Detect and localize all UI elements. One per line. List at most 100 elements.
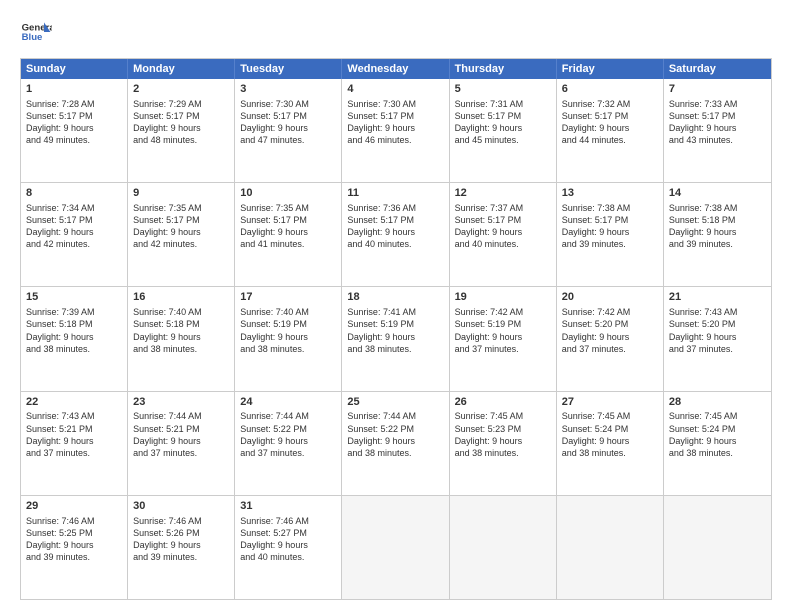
day-cell: 11Sunrise: 7:36 AMSunset: 5:17 PMDayligh… bbox=[342, 183, 449, 286]
weekday-header: Saturday bbox=[664, 59, 771, 79]
day-info-line: Sunrise: 7:35 AM bbox=[133, 202, 229, 214]
day-number: 1 bbox=[26, 82, 122, 97]
day-info-line: Sunset: 5:17 PM bbox=[347, 110, 443, 122]
day-info-line: and 42 minutes. bbox=[133, 238, 229, 250]
day-info-line: Daylight: 9 hours bbox=[133, 331, 229, 343]
day-info-line: and 38 minutes. bbox=[26, 343, 122, 355]
day-info-line: Daylight: 9 hours bbox=[347, 435, 443, 447]
day-info-line: and 44 minutes. bbox=[562, 134, 658, 146]
day-info-line: and 40 minutes. bbox=[455, 238, 551, 250]
calendar-row: 1Sunrise: 7:28 AMSunset: 5:17 PMDaylight… bbox=[21, 79, 771, 182]
day-info-line: Daylight: 9 hours bbox=[347, 122, 443, 134]
day-info-line: Sunset: 5:17 PM bbox=[133, 214, 229, 226]
day-info-line: Sunset: 5:20 PM bbox=[669, 318, 766, 330]
day-info-line: and 39 minutes. bbox=[562, 238, 658, 250]
day-info-line: and 38 minutes. bbox=[669, 447, 766, 459]
day-info-line: Sunset: 5:17 PM bbox=[26, 214, 122, 226]
day-info-line: Sunset: 5:21 PM bbox=[26, 423, 122, 435]
calendar-row: 29Sunrise: 7:46 AMSunset: 5:25 PMDayligh… bbox=[21, 495, 771, 599]
weekday-header: Thursday bbox=[450, 59, 557, 79]
day-cell: 6Sunrise: 7:32 AMSunset: 5:17 PMDaylight… bbox=[557, 79, 664, 182]
day-info-line: Daylight: 9 hours bbox=[669, 435, 766, 447]
page: General Blue SundayMondayTuesdayWednesda… bbox=[0, 0, 792, 612]
day-cell: 15Sunrise: 7:39 AMSunset: 5:18 PMDayligh… bbox=[21, 287, 128, 390]
day-cell: 8Sunrise: 7:34 AMSunset: 5:17 PMDaylight… bbox=[21, 183, 128, 286]
day-number: 7 bbox=[669, 82, 766, 97]
day-cell: 7Sunrise: 7:33 AMSunset: 5:17 PMDaylight… bbox=[664, 79, 771, 182]
day-cell: 2Sunrise: 7:29 AMSunset: 5:17 PMDaylight… bbox=[128, 79, 235, 182]
day-info-line: and 38 minutes. bbox=[347, 447, 443, 459]
calendar-row: 22Sunrise: 7:43 AMSunset: 5:21 PMDayligh… bbox=[21, 391, 771, 495]
day-info-line: Daylight: 9 hours bbox=[133, 539, 229, 551]
day-number: 17 bbox=[240, 290, 336, 305]
day-info-line: and 37 minutes. bbox=[669, 343, 766, 355]
day-info-line: Daylight: 9 hours bbox=[562, 122, 658, 134]
day-info-line: Sunset: 5:25 PM bbox=[26, 527, 122, 539]
day-info-line: Sunset: 5:17 PM bbox=[240, 110, 336, 122]
day-info-line: and 46 minutes. bbox=[347, 134, 443, 146]
day-cell: 31Sunrise: 7:46 AMSunset: 5:27 PMDayligh… bbox=[235, 496, 342, 599]
day-info-line: Sunrise: 7:36 AM bbox=[347, 202, 443, 214]
day-info-line: Daylight: 9 hours bbox=[562, 331, 658, 343]
day-info-line: and 39 minutes. bbox=[26, 551, 122, 563]
calendar-row: 15Sunrise: 7:39 AMSunset: 5:18 PMDayligh… bbox=[21, 286, 771, 390]
svg-text:Blue: Blue bbox=[22, 32, 43, 43]
day-number: 15 bbox=[26, 290, 122, 305]
day-cell: 12Sunrise: 7:37 AMSunset: 5:17 PMDayligh… bbox=[450, 183, 557, 286]
day-number: 28 bbox=[669, 395, 766, 410]
day-info-line: Sunrise: 7:44 AM bbox=[347, 410, 443, 422]
day-info-line: and 38 minutes. bbox=[562, 447, 658, 459]
day-cell: 23Sunrise: 7:44 AMSunset: 5:21 PMDayligh… bbox=[128, 392, 235, 495]
day-info-line: Sunset: 5:18 PM bbox=[669, 214, 766, 226]
day-number: 19 bbox=[455, 290, 551, 305]
day-cell: 19Sunrise: 7:42 AMSunset: 5:19 PMDayligh… bbox=[450, 287, 557, 390]
day-info-line: Daylight: 9 hours bbox=[455, 435, 551, 447]
day-info-line: Daylight: 9 hours bbox=[26, 435, 122, 447]
day-number: 5 bbox=[455, 82, 551, 97]
day-info-line: and 48 minutes. bbox=[133, 134, 229, 146]
day-info-line: Sunrise: 7:30 AM bbox=[347, 98, 443, 110]
day-info-line: Sunrise: 7:40 AM bbox=[240, 306, 336, 318]
day-number: 9 bbox=[133, 186, 229, 201]
day-cell: 25Sunrise: 7:44 AMSunset: 5:22 PMDayligh… bbox=[342, 392, 449, 495]
day-info-line: and 39 minutes. bbox=[669, 238, 766, 250]
day-info-line: and 41 minutes. bbox=[240, 238, 336, 250]
day-cell: 24Sunrise: 7:44 AMSunset: 5:22 PMDayligh… bbox=[235, 392, 342, 495]
day-info-line: Daylight: 9 hours bbox=[455, 331, 551, 343]
day-info-line: Sunset: 5:18 PM bbox=[133, 318, 229, 330]
day-info-line: Sunset: 5:24 PM bbox=[562, 423, 658, 435]
day-info-line: Daylight: 9 hours bbox=[455, 226, 551, 238]
day-info-line: Daylight: 9 hours bbox=[240, 331, 336, 343]
empty-cell bbox=[664, 496, 771, 599]
day-info-line: Sunrise: 7:37 AM bbox=[455, 202, 551, 214]
day-info-line: Daylight: 9 hours bbox=[240, 226, 336, 238]
day-number: 12 bbox=[455, 186, 551, 201]
day-info-line: and 40 minutes. bbox=[240, 551, 336, 563]
day-info-line: Sunset: 5:19 PM bbox=[347, 318, 443, 330]
day-info-line: Sunset: 5:26 PM bbox=[133, 527, 229, 539]
day-info-line: Sunrise: 7:42 AM bbox=[455, 306, 551, 318]
day-info-line: Sunrise: 7:40 AM bbox=[133, 306, 229, 318]
day-info-line: Sunrise: 7:41 AM bbox=[347, 306, 443, 318]
day-info-line: Daylight: 9 hours bbox=[26, 539, 122, 551]
day-info-line: Sunrise: 7:42 AM bbox=[562, 306, 658, 318]
day-number: 24 bbox=[240, 395, 336, 410]
day-info-line: Sunrise: 7:44 AM bbox=[133, 410, 229, 422]
day-number: 3 bbox=[240, 82, 336, 97]
weekday-header: Wednesday bbox=[342, 59, 449, 79]
day-info-line: and 39 minutes. bbox=[133, 551, 229, 563]
day-info-line: Sunset: 5:19 PM bbox=[240, 318, 336, 330]
day-info-line: Sunrise: 7:38 AM bbox=[669, 202, 766, 214]
day-info-line: Sunrise: 7:31 AM bbox=[455, 98, 551, 110]
day-info-line: Daylight: 9 hours bbox=[669, 226, 766, 238]
day-info-line: Daylight: 9 hours bbox=[133, 122, 229, 134]
day-info-line: and 38 minutes. bbox=[133, 343, 229, 355]
day-info-line: Sunset: 5:19 PM bbox=[455, 318, 551, 330]
day-cell: 14Sunrise: 7:38 AMSunset: 5:18 PMDayligh… bbox=[664, 183, 771, 286]
day-info-line: Sunrise: 7:32 AM bbox=[562, 98, 658, 110]
day-number: 2 bbox=[133, 82, 229, 97]
day-info-line: Sunset: 5:17 PM bbox=[669, 110, 766, 122]
day-info-line: Sunset: 5:17 PM bbox=[455, 110, 551, 122]
day-info-line: Sunrise: 7:38 AM bbox=[562, 202, 658, 214]
day-number: 25 bbox=[347, 395, 443, 410]
